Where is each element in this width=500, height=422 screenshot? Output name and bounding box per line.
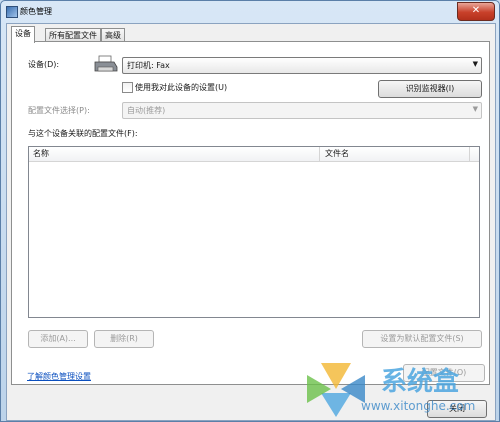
use-my-settings-checkbox[interactable] (122, 82, 133, 93)
watermark-url: www.xitonghe.com (361, 399, 476, 413)
window-title: 颜色管理 (20, 7, 52, 16)
window-close-button[interactable]: ✕ (457, 2, 495, 21)
watermark-text: 系统盒 (381, 367, 460, 397)
associated-profiles-list[interactable]: 名称 文件名 (28, 146, 480, 318)
chevron-down-icon: ▼ (472, 105, 478, 113)
device-dropdown-value: 打印机: Fax (127, 61, 170, 70)
color-management-app-icon (6, 6, 18, 18)
profile-selection-value: 自动(推荐) (127, 106, 166, 115)
color-management-window: 颜色管理 ✕ 设备 所有配置文件 高级 设备(D): 打印机: Fax ▼ 使用… (0, 0, 500, 422)
column-divider[interactable] (319, 147, 320, 161)
use-my-settings-label: 使用我对此设备的设置(U) (135, 83, 228, 92)
profile-selection-dropdown[interactable]: 自动(推荐) ▼ (122, 102, 482, 119)
column-header-name[interactable]: 名称 (29, 147, 313, 161)
printer-icon (94, 55, 118, 72)
tab-all-profiles[interactable]: 所有配置文件 (45, 28, 101, 42)
column-divider[interactable] (469, 147, 470, 161)
set-default-profile-button[interactable]: 设置为默认配置文件(S) (362, 330, 482, 348)
close-icon: ✕ (471, 5, 481, 16)
devices-tab-panel: 设备(D): 打印机: Fax ▼ 使用我对此设备的设置(U) 识别监视器(I)… (11, 41, 490, 385)
add-profile-button[interactable]: 添加(A)... (28, 330, 88, 348)
device-label: 设备(D): (28, 60, 60, 69)
remove-profile-button[interactable]: 删除(R) (94, 330, 154, 348)
learn-color-management-link[interactable]: 了解颜色管理设置 (27, 371, 91, 382)
chevron-down-icon: ▼ (472, 60, 478, 68)
column-header-filename[interactable]: 文件名 (321, 147, 465, 161)
title-bar[interactable]: 颜色管理 ✕ (1, 1, 499, 23)
associated-profiles-label: 与这个设备关联的配置文件(F): (28, 129, 138, 138)
tab-advanced[interactable]: 高级 (101, 28, 125, 42)
device-dropdown[interactable]: 打印机: Fax ▼ (122, 57, 482, 74)
profile-selection-label: 配置文件选择(P): (28, 106, 90, 115)
identify-monitors-button[interactable]: 识别监视器(I) (378, 80, 482, 98)
list-header: 名称 文件名 (29, 147, 479, 162)
tab-devices[interactable]: 设备 (11, 26, 35, 43)
